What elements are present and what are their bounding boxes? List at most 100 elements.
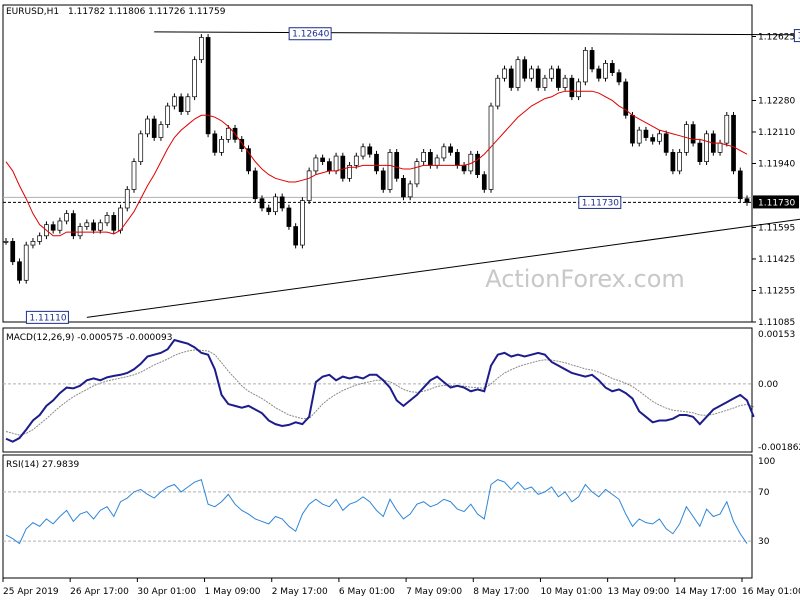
price-tick-label: 1.12625 xyxy=(758,33,795,43)
forex-chart: ActionForex.com 1.126401.126301.117301.1… xyxy=(0,0,800,600)
price-candle xyxy=(508,68,514,88)
price-candle xyxy=(461,165,467,172)
price-candle xyxy=(522,59,528,79)
price-candle xyxy=(657,133,662,142)
price-candle xyxy=(259,198,265,209)
price-candle xyxy=(394,152,400,179)
price-candle xyxy=(387,152,393,190)
price-candle xyxy=(643,129,649,138)
price-candle xyxy=(212,133,218,153)
price-candle xyxy=(219,139,224,153)
price-candle xyxy=(495,77,501,107)
trend-line xyxy=(86,218,800,318)
macd-signal-line xyxy=(5,349,754,436)
price-candle xyxy=(407,183,413,198)
price-tick-label: 1.11940 xyxy=(758,160,795,170)
price-candle xyxy=(158,124,164,138)
price-candle xyxy=(414,161,420,185)
price-candle xyxy=(502,68,507,79)
rsi-tick-label: 100 xyxy=(758,457,775,467)
price-candle xyxy=(279,196,285,209)
price-title: EURUSD,H1 1.11782 1.11806 1.11726 1.1175… xyxy=(6,7,226,17)
rsi-line xyxy=(5,478,748,545)
price-candle xyxy=(609,63,615,74)
macd-panel xyxy=(5,338,755,443)
price-candle xyxy=(697,142,703,162)
price-candle xyxy=(441,146,447,159)
price-candle xyxy=(360,146,366,157)
price-candle xyxy=(582,50,588,83)
price-candle xyxy=(225,127,231,140)
price-candle xyxy=(326,161,332,172)
level-lines xyxy=(3,196,752,542)
price-annotation-label: 1.11110 xyxy=(29,313,66,323)
price-candle xyxy=(663,133,669,153)
macd-tick-label: 0.00 xyxy=(758,380,778,390)
price-tick-label: 1.11085 xyxy=(758,318,795,328)
price-candle xyxy=(731,114,736,172)
rsi-tick-label: 70 xyxy=(758,488,770,498)
price-candle xyxy=(313,157,319,172)
price-candle xyxy=(17,261,22,281)
price-candle xyxy=(367,146,373,155)
price-candle xyxy=(744,198,750,203)
x-tick-label: 25 Apr 2019 xyxy=(3,587,59,597)
price-candle xyxy=(535,68,541,88)
price-candle xyxy=(636,129,642,144)
price-candle xyxy=(454,152,460,166)
price-candle xyxy=(320,157,325,162)
price-candle xyxy=(145,118,150,135)
price-candle xyxy=(380,170,386,190)
price-candle xyxy=(603,63,608,79)
price-candle xyxy=(515,59,521,88)
price-annotation-label: 1.12640 xyxy=(292,30,329,40)
price-candle xyxy=(64,213,69,222)
macd-frame xyxy=(2,327,753,453)
price-candle xyxy=(300,200,305,246)
price-candle xyxy=(333,155,339,172)
macd-tick-label: 0.00153 xyxy=(758,330,795,340)
price-candle xyxy=(684,124,689,153)
chart-canvas: ActionForex.com 1.126401.126301.117301.1… xyxy=(2,4,800,597)
price-candle xyxy=(199,37,204,61)
price-tick-label: 1.11595 xyxy=(758,223,795,233)
price-candle xyxy=(178,96,184,112)
price-candle xyxy=(97,222,103,231)
x-tick-label: 14 May 17:00 xyxy=(675,587,737,597)
price-candle xyxy=(151,118,157,138)
price-candle xyxy=(340,155,346,179)
price-candle xyxy=(185,96,191,112)
price-candle xyxy=(481,174,487,190)
price-candle xyxy=(138,133,144,162)
x-tick-label: 30 Apr 01:00 xyxy=(137,587,196,597)
price-candle xyxy=(273,196,278,213)
price-candle xyxy=(111,215,117,231)
price-tick-label: 1.12110 xyxy=(758,128,795,138)
price-candle xyxy=(374,153,379,172)
price-candle xyxy=(717,142,723,153)
price-candle xyxy=(475,153,480,175)
x-tick-label: 2 May 17:00 xyxy=(272,587,328,597)
price-candle xyxy=(556,68,561,88)
price-candle xyxy=(434,157,440,166)
price-candle xyxy=(562,77,568,88)
price-candle xyxy=(677,152,682,172)
price-candle xyxy=(630,114,635,144)
x-tick-label: 6 May 01:00 xyxy=(339,587,395,597)
price-candle xyxy=(589,50,595,70)
price-candle xyxy=(252,170,258,200)
axes: 1.12625 1.12280 1.12110 1.11940 1.11595 1.114… xyxy=(2,33,800,597)
resistance-line xyxy=(154,31,800,36)
price-candle xyxy=(104,215,110,224)
rsi-title: RSI(14) 27.9839 xyxy=(6,460,79,470)
price-candle xyxy=(37,235,43,242)
price-candle xyxy=(124,189,130,209)
price-candle xyxy=(448,146,453,153)
price-candle xyxy=(50,224,56,231)
price-candle xyxy=(84,222,90,227)
price-candle xyxy=(704,133,709,162)
price-candle xyxy=(306,170,312,201)
x-tick-label: 13 May 09:00 xyxy=(608,587,670,597)
price-candle xyxy=(401,177,406,198)
price-candle xyxy=(549,68,554,79)
